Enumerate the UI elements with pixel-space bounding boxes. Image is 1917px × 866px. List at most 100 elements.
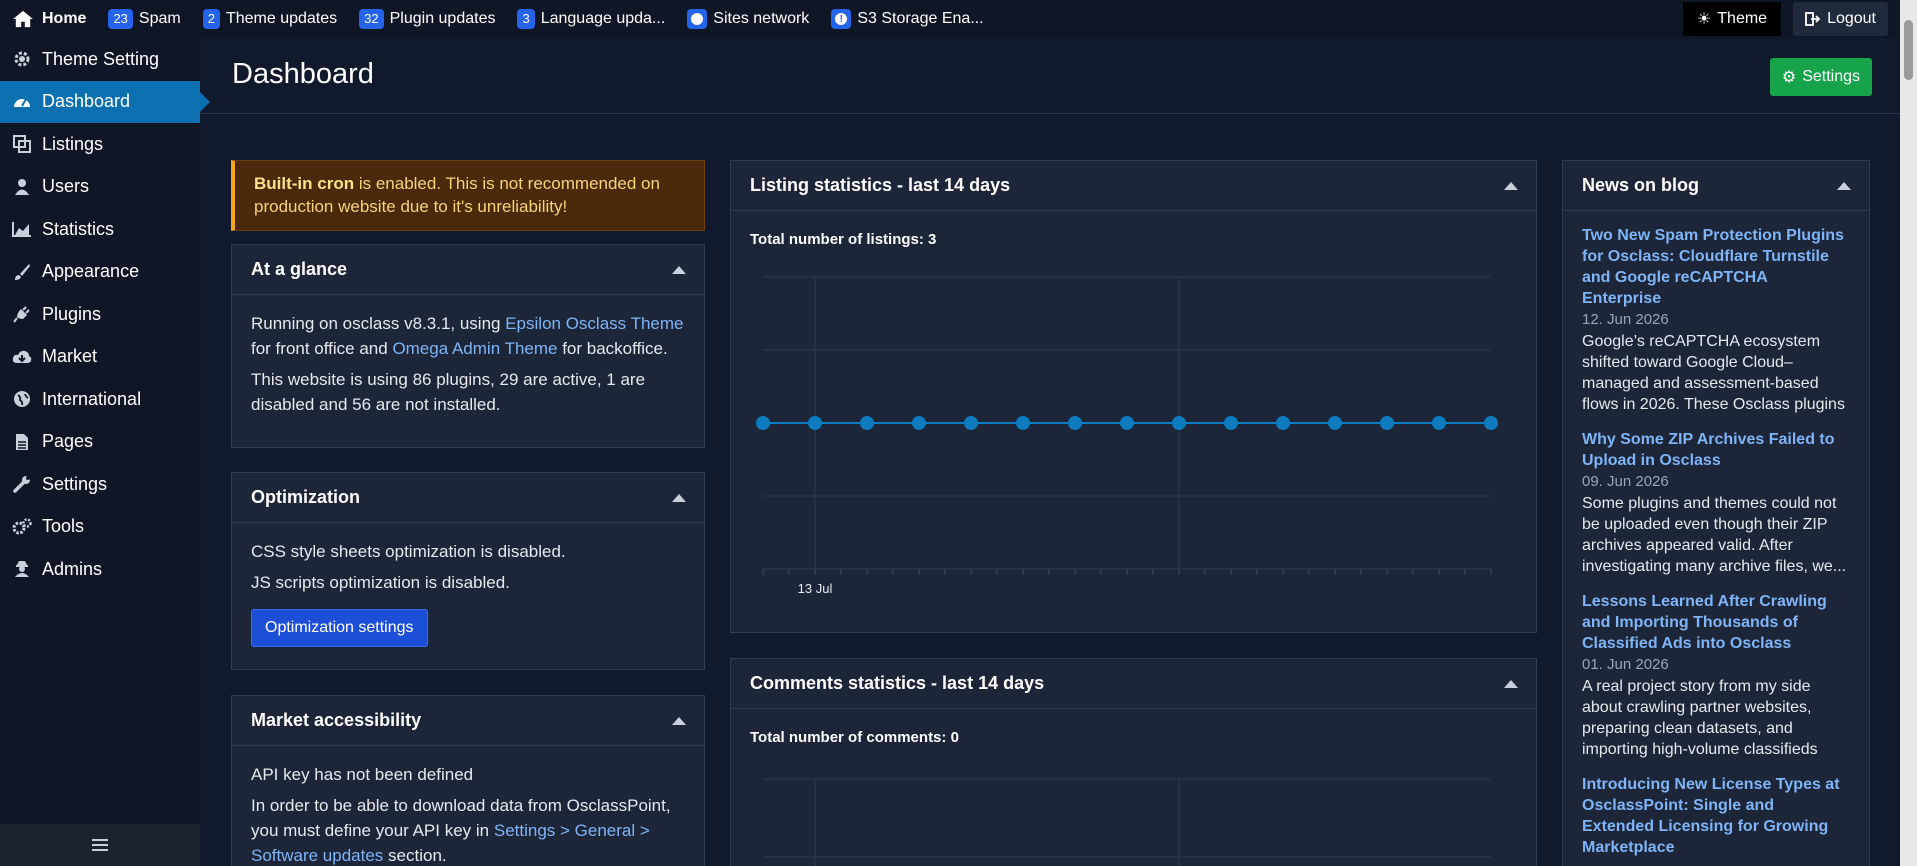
sidebar-item-users[interactable]: Users xyxy=(0,166,200,209)
sidebar-collapse-button[interactable] xyxy=(0,824,200,866)
admin-theme-link[interactable]: Omega Admin Theme xyxy=(392,339,557,358)
news-title-link[interactable]: Two New Spam Protection Plugins for Oscl… xyxy=(1582,225,1850,309)
sidebar-item-theme-setting[interactable]: Theme Setting xyxy=(0,38,200,81)
news-item: Two New Spam Protection Plugins for Oscl… xyxy=(1582,225,1850,415)
data-point xyxy=(964,416,978,430)
listing-statistics-panel: Listing statistics - last 14 days Total … xyxy=(730,160,1537,633)
s3-storage-label: S3 Storage Ena... xyxy=(857,10,984,27)
plugin-updates-badge: 32 xyxy=(359,9,384,29)
globe-icon xyxy=(12,389,32,409)
page-scrollbar[interactable] xyxy=(1900,0,1917,866)
home-link[interactable]: Home xyxy=(0,10,86,28)
panel-header[interactable]: News on blog xyxy=(1563,161,1869,211)
page-header: Dashboard ⚙ Settings xyxy=(200,38,1900,114)
at-a-glance-panel: At a glance Running on osclass v8.3.1, u… xyxy=(231,244,705,448)
data-point xyxy=(1068,416,1082,430)
logout-label: Logout xyxy=(1827,10,1876,27)
panel-header[interactable]: Market accessibility xyxy=(232,696,704,746)
news-date: 01. Jun 2026 xyxy=(1582,656,1669,673)
data-point xyxy=(1224,416,1238,430)
sidebar-item-plugins[interactable]: Plugins xyxy=(0,293,200,336)
data-point xyxy=(1328,416,1342,430)
data-point xyxy=(1380,416,1394,430)
sidebar-item-label: Dashboard xyxy=(42,91,131,112)
sidebar-item-international[interactable]: International xyxy=(0,378,200,421)
js-status: JS scripts optimization is disabled. xyxy=(251,573,510,592)
scrollbar-thumb[interactable] xyxy=(1904,20,1913,80)
sidebar-item-market[interactable]: Market xyxy=(0,336,200,379)
sidebar-item-statistics[interactable]: Statistics xyxy=(0,208,200,251)
theme-updates-badge: 2 xyxy=(202,9,220,29)
news-title-link[interactable]: Why Some ZIP Archives Failed to Upload i… xyxy=(1582,429,1850,471)
data-point xyxy=(1484,416,1498,430)
s3-storage-link[interactable]: ! S3 Storage Ena... xyxy=(831,9,984,29)
gauge-icon xyxy=(12,92,32,112)
caret-up-icon[interactable] xyxy=(672,494,686,502)
data-point xyxy=(1276,416,1290,430)
text: Running on osclass v8.3.1, using xyxy=(251,314,506,333)
language-updates-label: Language upda... xyxy=(540,10,666,27)
sidebar-item-label: Market xyxy=(42,346,98,367)
sidebar-item-admins[interactable]: Admins xyxy=(0,548,200,591)
theme-updates-link[interactable]: 2 Theme updates xyxy=(202,9,337,29)
sidebar-item-tools[interactable]: Tools xyxy=(0,506,200,549)
news-item: Why Some ZIP Archives Failed to Upload i… xyxy=(1582,429,1850,577)
sidebar-item-label: Tools xyxy=(42,516,85,537)
news-item: Lessons Learned After Crawling and Impor… xyxy=(1582,591,1850,760)
comments-total: Total number of comments: 0 xyxy=(750,729,959,746)
news-date: 09. Jun 2026 xyxy=(1582,473,1669,490)
sidebar-item-appearance[interactable]: Appearance xyxy=(0,251,200,294)
page-title: Dashboard xyxy=(232,58,374,90)
panel-header[interactable]: Optimization xyxy=(232,473,704,523)
settings-button[interactable]: ⚙ Settings xyxy=(1769,58,1872,96)
sidebar-item-dashboard[interactable]: Dashboard xyxy=(0,80,210,123)
panel-title: Optimization xyxy=(251,487,360,507)
caret-up-icon[interactable] xyxy=(1504,182,1518,190)
data-point xyxy=(912,416,926,430)
sidebar-item-label: Theme Setting xyxy=(42,48,160,69)
news-excerpt: Google’s reCAPTCHA ecosystem shifted tow… xyxy=(1582,333,1845,413)
news-title-link[interactable]: Lessons Learned After Crawling and Impor… xyxy=(1582,591,1850,654)
sign-out-icon xyxy=(1805,12,1821,26)
sidebar: Theme Setting Dashboard Listings Users S… xyxy=(0,38,210,866)
spam-badge: 23 xyxy=(108,9,133,29)
listing-chart: 13 Jul xyxy=(756,276,1498,596)
globe-icon xyxy=(687,9,708,29)
caret-up-icon[interactable] xyxy=(672,717,686,725)
market-accessibility-panel: Market accessibility API key has not bee… xyxy=(231,695,705,866)
user-secret-icon xyxy=(12,559,32,579)
logout-button[interactable]: Logout xyxy=(1793,2,1888,36)
api-key-help: In order to be able to download data fro… xyxy=(251,793,685,866)
spam-link[interactable]: 23 Spam xyxy=(108,9,181,29)
panel-header[interactable]: Listing statistics - last 14 days xyxy=(731,161,1536,211)
language-updates-link[interactable]: 3 Language upda... xyxy=(517,9,665,29)
optimization-settings-button[interactable]: Optimization settings xyxy=(251,609,428,647)
text: for backoffice. xyxy=(557,339,668,358)
api-key-status: API key has not been defined xyxy=(251,765,474,784)
panel-title: Market accessibility xyxy=(251,710,422,730)
home-label: Home xyxy=(42,10,87,27)
caret-up-icon[interactable] xyxy=(1504,680,1518,688)
menu-icon xyxy=(92,839,108,851)
theme-link[interactable]: Epsilon Osclass Theme xyxy=(505,314,683,333)
css-status: CSS style sheets optimization is disable… xyxy=(251,542,566,561)
sidebar-item-listings[interactable]: Listings xyxy=(0,123,200,166)
plug-icon xyxy=(12,304,32,324)
panel-header[interactable]: At a glance xyxy=(232,245,704,295)
plugin-updates-link[interactable]: 32 Plugin updates xyxy=(359,9,495,29)
sidebar-item-label: International xyxy=(42,388,142,409)
caret-up-icon[interactable] xyxy=(1837,182,1851,190)
news-title-link[interactable]: Introducing New License Types at Osclass… xyxy=(1582,774,1850,858)
theme-toggle-button[interactable]: ☀ Theme xyxy=(1682,2,1782,36)
sidebar-item-settings[interactable]: Settings xyxy=(0,463,200,506)
news-panel: News on blog Two New Spam Protection Plu… xyxy=(1562,160,1870,866)
sites-network-link[interactable]: Sites network xyxy=(687,9,809,29)
cloud-download-icon xyxy=(12,347,32,367)
settings-label: Settings xyxy=(1802,68,1860,85)
comments-statistics-panel: Comments statistics - last 14 days Total… xyxy=(730,658,1537,866)
copy-icon xyxy=(12,134,32,154)
panel-header[interactable]: Comments statistics - last 14 days xyxy=(731,659,1536,709)
news-item: Introducing New License Types at Osclass… xyxy=(1582,774,1850,858)
caret-up-icon[interactable] xyxy=(672,266,686,274)
sidebar-item-pages[interactable]: Pages xyxy=(0,421,200,464)
